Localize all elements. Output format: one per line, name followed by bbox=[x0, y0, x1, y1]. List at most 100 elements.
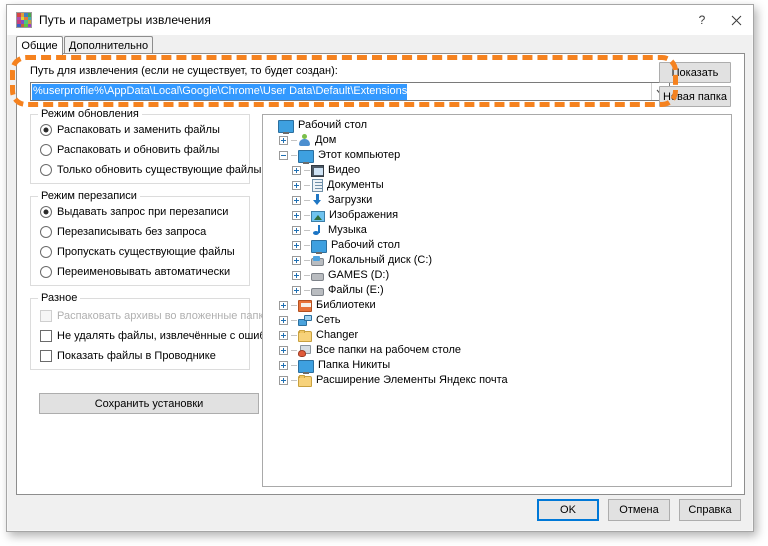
radio-skip-existing[interactable]: Пропускать существующие файлы bbox=[40, 246, 235, 258]
group-overwrite-mode: Режим перезаписи Выдавать запрос при пер… bbox=[30, 190, 250, 286]
document-icon bbox=[312, 179, 323, 192]
tree-item-label: Видео bbox=[328, 164, 361, 176]
tree-connector bbox=[304, 170, 310, 171]
tree-connector bbox=[304, 215, 310, 216]
tab-advanced[interactable]: Дополнительно bbox=[64, 36, 153, 54]
tree-connector bbox=[304, 290, 310, 291]
radio-extract-replace[interactable]: Распаковать и заменить файлы bbox=[40, 124, 220, 136]
tree-item[interactable]: Расширение Элементы Яндекс почта bbox=[266, 373, 731, 388]
group-misc: Разное Распаковать архивы во вложенные п… bbox=[30, 292, 291, 370]
tree-item[interactable]: Дом bbox=[266, 133, 731, 148]
extract-path-combobox[interactable]: %userprofile%\AppData\Local\Google\Chrom… bbox=[30, 82, 670, 101]
tree-item-label: Рабочий стол bbox=[331, 239, 401, 251]
ok-button[interactable]: OK bbox=[537, 499, 599, 521]
group-overwrite-mode-label: Режим перезаписи bbox=[38, 190, 140, 202]
tree-item[interactable]: Changer bbox=[266, 328, 731, 343]
expand-icon[interactable] bbox=[292, 181, 301, 190]
expand-icon[interactable] bbox=[292, 286, 301, 295]
help-button[interactable]: Справка bbox=[679, 499, 741, 521]
checkbox-extract-nested-archives: Распаковать архивы во вложенные папки bbox=[40, 310, 269, 322]
tree-item-label: Загрузки bbox=[328, 194, 373, 206]
tree-connector bbox=[291, 365, 297, 366]
expand-icon[interactable] bbox=[292, 241, 301, 250]
tree-item-label: Библиотеки bbox=[316, 299, 376, 311]
tab-general[interactable]: Общие bbox=[16, 36, 63, 55]
tree-item[interactable]: Документы bbox=[266, 178, 731, 193]
tree-item[interactable]: Загрузки bbox=[266, 193, 731, 208]
tree-item[interactable]: Изображения bbox=[266, 208, 731, 223]
option-label: Перезаписывать без запроса bbox=[57, 226, 207, 238]
radio-update-existing-only[interactable]: Только обновить существующие файлы bbox=[40, 164, 261, 176]
save-settings-button[interactable]: Сохранить установки bbox=[39, 393, 259, 414]
option-label: Только обновить существующие файлы bbox=[57, 164, 262, 176]
monitor-icon bbox=[298, 149, 314, 164]
collapse-icon[interactable] bbox=[279, 151, 288, 160]
checkbox-indicator bbox=[40, 350, 52, 362]
close-icon[interactable] bbox=[719, 5, 753, 35]
tree-item[interactable]: GAMES (D:) bbox=[266, 268, 731, 283]
show-button[interactable]: Показать bbox=[659, 62, 731, 83]
tree-item-label: Рабочий стол bbox=[298, 119, 368, 131]
radio-extract-update[interactable]: Распаковать и обновить файлы bbox=[40, 144, 219, 156]
expand-icon[interactable] bbox=[292, 226, 301, 235]
help-icon[interactable]: ? bbox=[685, 5, 719, 35]
expand-icon[interactable] bbox=[279, 301, 288, 310]
disk-icon bbox=[311, 273, 324, 281]
cancel-button[interactable]: Отмена bbox=[608, 499, 670, 521]
tree-item[interactable]: Музыка bbox=[266, 223, 731, 238]
checkbox-show-in-explorer[interactable]: Показать файлы в Проводнике bbox=[40, 350, 216, 362]
tree-item[interactable]: Библиотеки bbox=[266, 298, 731, 313]
library-icon bbox=[298, 300, 312, 312]
tree-item[interactable]: Рабочий стол bbox=[266, 118, 731, 134]
checkbox-keep-broken-files[interactable]: Не удалять файлы, извлечённые с ошибками bbox=[40, 330, 291, 342]
radio-prompt-on-overwrite[interactable]: Выдавать запрос при перезаписи bbox=[40, 206, 228, 218]
folder-tree-panel[interactable]: Рабочий стол Дом Этот компьютер Видео Докуме… bbox=[262, 114, 732, 487]
expand-icon[interactable] bbox=[279, 331, 288, 340]
download-icon bbox=[311, 194, 324, 207]
tree-item-label: Сеть bbox=[316, 314, 341, 326]
group-update-mode: Режим обновления Распаковать и заменить … bbox=[30, 108, 261, 184]
tree-item[interactable]: Рабочий стол bbox=[266, 238, 731, 254]
tree-item[interactable]: Папка Никиты bbox=[266, 358, 731, 374]
tree-connector bbox=[291, 380, 297, 381]
radio-indicator bbox=[40, 164, 52, 176]
window-title: Путь и параметры извлечения bbox=[39, 13, 211, 27]
expand-icon[interactable] bbox=[279, 316, 288, 325]
expand-icon[interactable] bbox=[279, 136, 288, 145]
checkbox-indicator bbox=[40, 310, 52, 322]
picture-icon bbox=[311, 210, 325, 222]
tree-connector bbox=[304, 245, 310, 246]
tree-item-label: Папка Никиты bbox=[318, 359, 391, 371]
new-folder-button[interactable]: Новая папка bbox=[659, 86, 731, 107]
tree-item[interactable]: Файлы (E:) bbox=[266, 283, 731, 298]
expand-icon[interactable] bbox=[292, 211, 301, 220]
tree-item-label: Локальный диск (C:) bbox=[328, 254, 433, 266]
tree-item[interactable]: Локальный диск (C:) bbox=[266, 253, 731, 268]
tree-item[interactable]: Все папки на рабочем столе bbox=[266, 343, 731, 358]
radio-overwrite-without-prompt[interactable]: Перезаписывать без запроса bbox=[40, 226, 206, 238]
tree-item-label: Этот компьютер bbox=[318, 149, 401, 161]
option-label: Распаковать архивы во вложенные папки bbox=[57, 310, 270, 322]
expand-icon[interactable] bbox=[292, 166, 301, 175]
expand-icon[interactable] bbox=[292, 196, 301, 205]
tree-connector bbox=[291, 320, 297, 321]
checkbox-indicator bbox=[40, 330, 52, 342]
desktop-icon bbox=[298, 345, 312, 357]
tree-connector bbox=[291, 155, 297, 156]
tree-item[interactable]: Сеть bbox=[266, 313, 731, 328]
option-label: Распаковать и обновить файлы bbox=[57, 144, 220, 156]
radio-rename-automatically[interactable]: Переименовывать автоматически bbox=[40, 266, 230, 278]
expand-icon[interactable] bbox=[279, 376, 288, 385]
video-icon bbox=[311, 165, 324, 177]
expand-icon[interactable] bbox=[279, 361, 288, 370]
expand-icon[interactable] bbox=[292, 256, 301, 265]
radio-indicator bbox=[40, 144, 52, 156]
tree-item[interactable]: Этот компьютер bbox=[266, 148, 731, 164]
extract-path-input[interactable]: %userprofile%\AppData\Local\Google\Chrom… bbox=[31, 83, 651, 100]
tree-item[interactable]: Видео bbox=[266, 163, 731, 178]
expand-icon[interactable] bbox=[292, 271, 301, 280]
winrar-books-icon bbox=[16, 12, 32, 28]
folder-icon bbox=[298, 374, 312, 387]
expand-icon[interactable] bbox=[279, 346, 288, 355]
extract-path-label: Путь для извлечения (если не существует,… bbox=[30, 65, 338, 77]
